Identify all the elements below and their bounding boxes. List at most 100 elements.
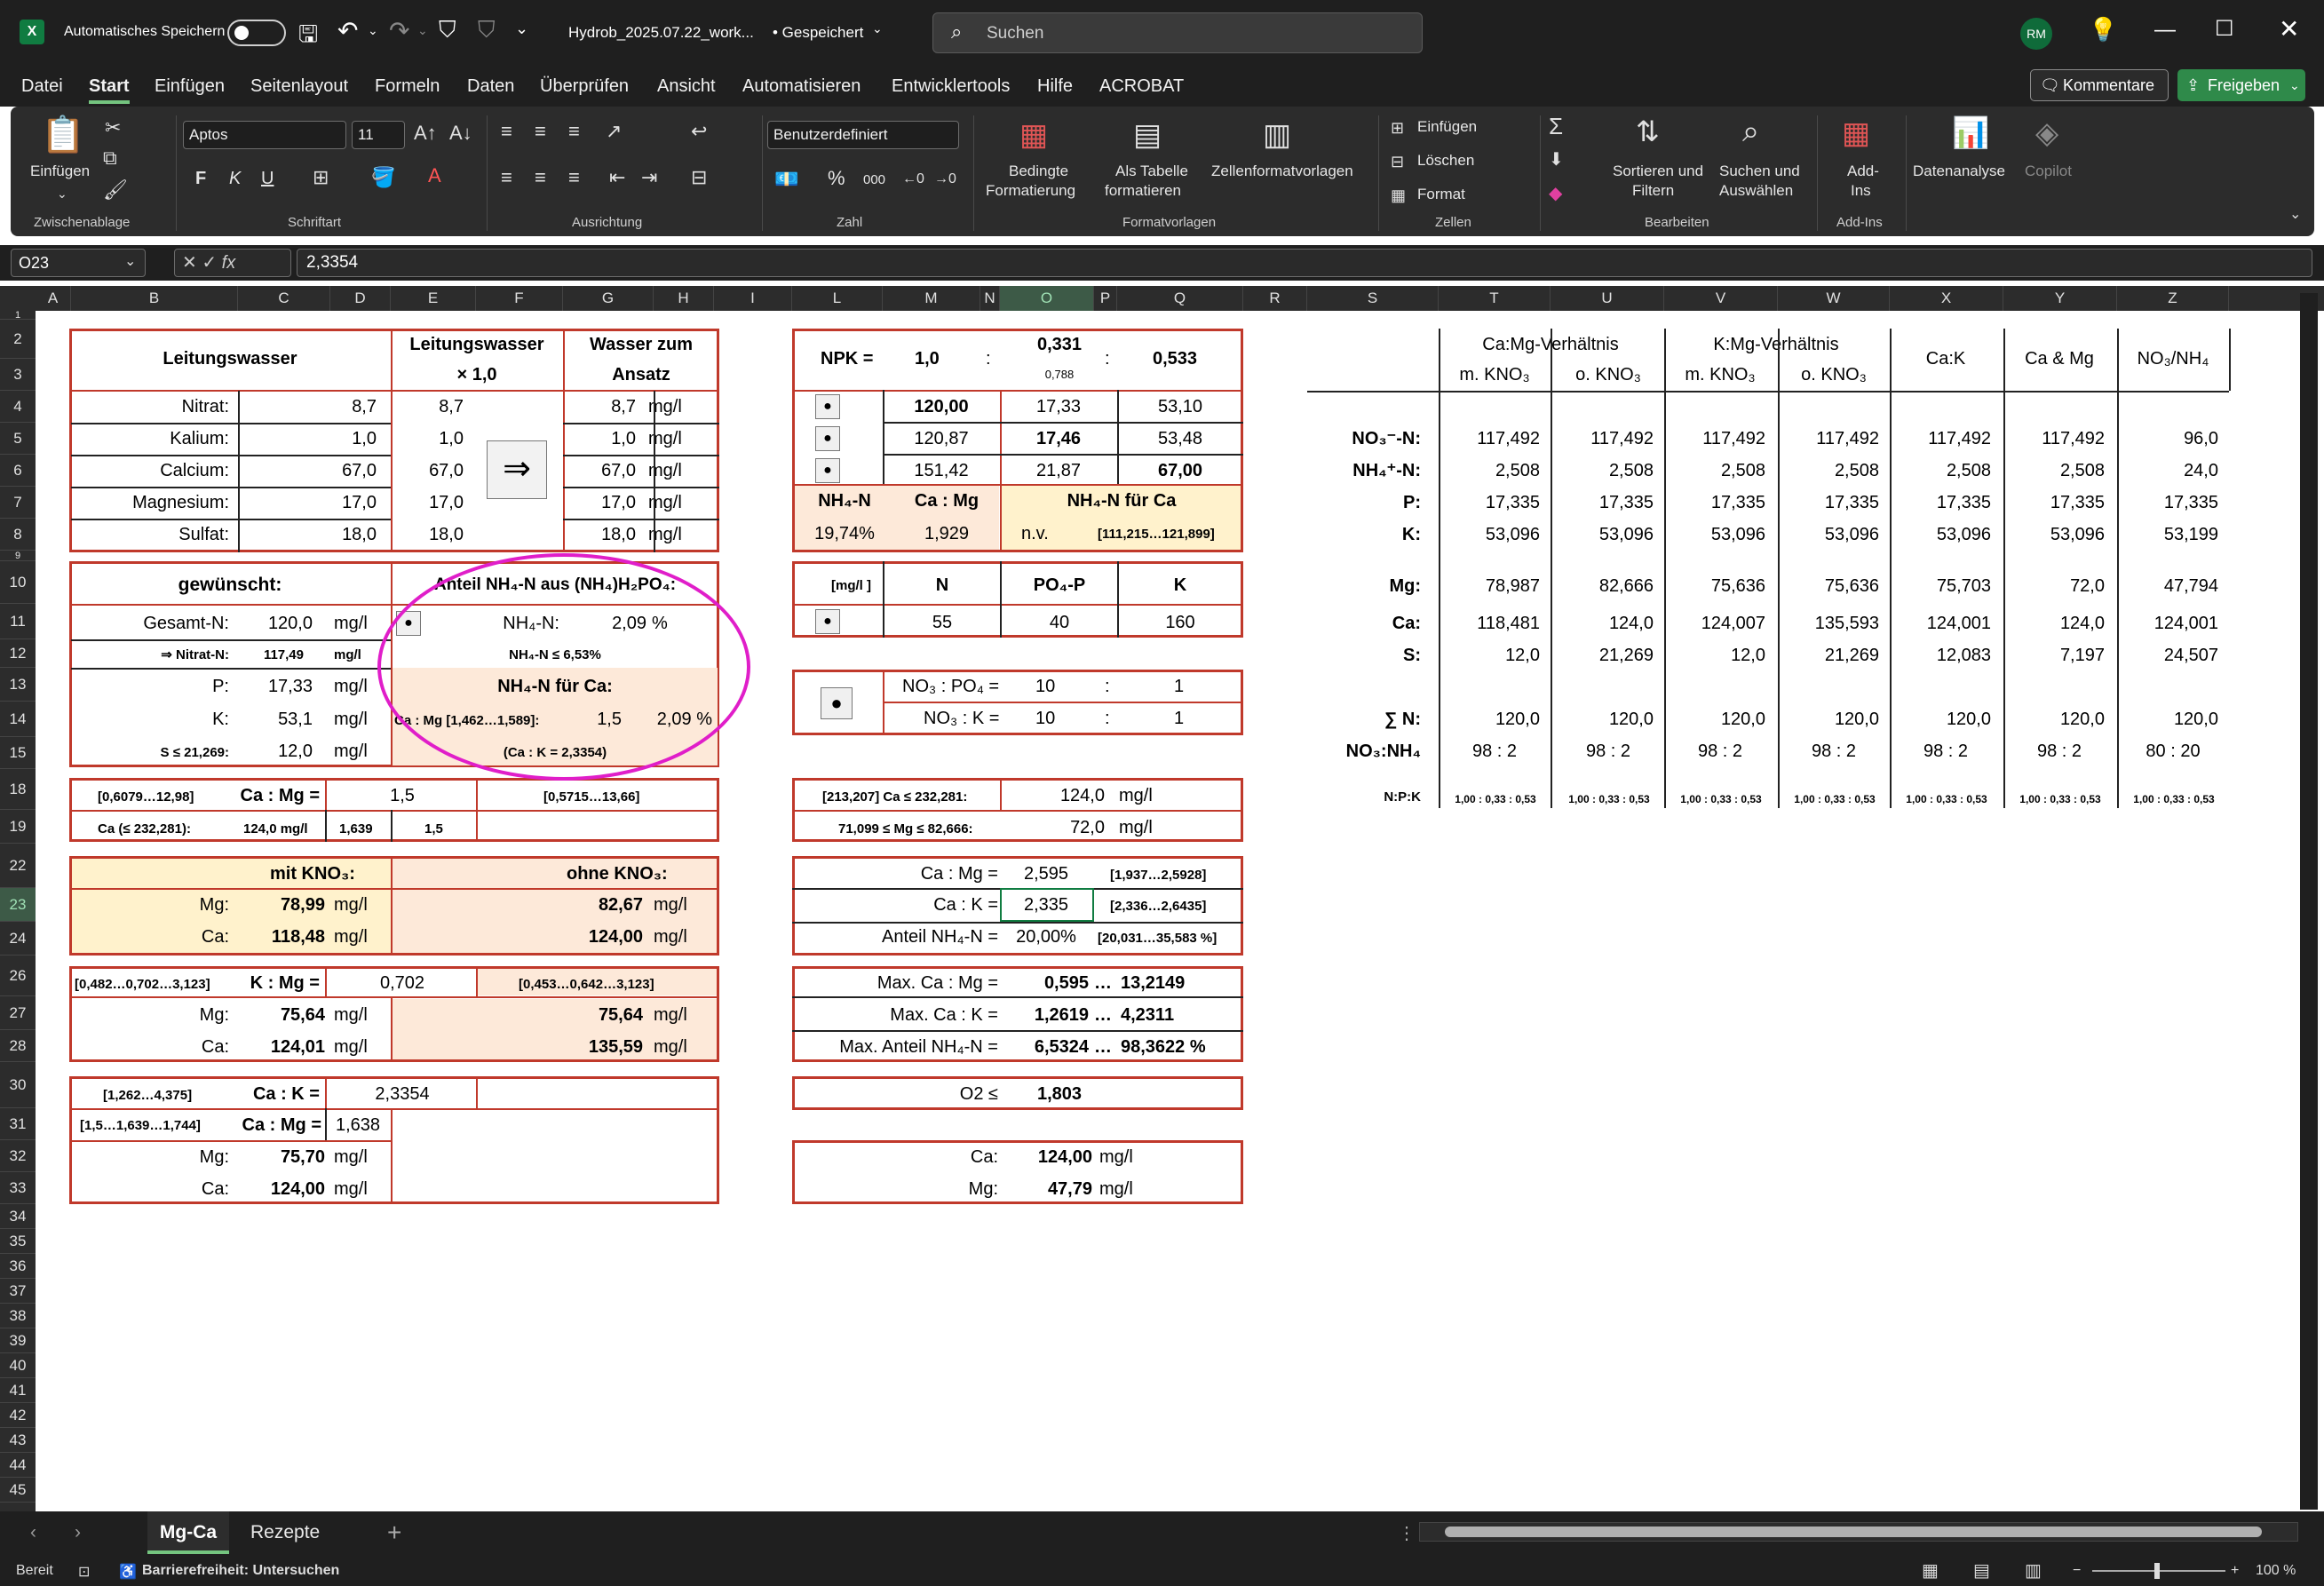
align-bottom-icon[interactable]: ≡ <box>568 121 580 142</box>
row-header[interactable]: 5 <box>0 423 36 455</box>
cell-styles-icon[interactable]: ▥ <box>1263 117 1291 153</box>
fx-icon[interactable]: fx <box>222 253 236 273</box>
insert-cells-icon[interactable]: ⊞ <box>1391 117 1404 139</box>
row-header[interactable]: 9 <box>0 551 36 561</box>
data-analysis-label[interactable]: Datenanalyse <box>1913 162 2005 181</box>
font-name-combo[interactable]: Aptos <box>183 121 346 149</box>
italic-button[interactable]: K <box>229 169 241 188</box>
sort-filter-icon[interactable]: ⇅ <box>1636 114 1660 149</box>
menu-ansicht[interactable]: Ansicht <box>657 76 716 97</box>
ca-k-value[interactable]: 2,3354 <box>329 1083 476 1105</box>
paste-label[interactable]: Einfügen <box>30 162 90 181</box>
row-header[interactable]: 30 <box>0 1062 36 1108</box>
row-header[interactable]: 36 <box>0 1254 36 1279</box>
ion-tap-value[interactable]: 1,0 <box>238 428 377 449</box>
addins-icon[interactable]: ▦ <box>1842 115 1870 151</box>
column-header[interactable]: S <box>1307 286 1439 311</box>
column-header[interactable]: P <box>1094 286 1117 311</box>
sort-filter-label2[interactable]: Filtern <box>1632 181 1674 201</box>
row-header[interactable]: 7 <box>0 487 36 519</box>
merge-icon[interactable]: ⊟ <box>691 167 707 188</box>
vertical-scrollbar[interactable] <box>2300 293 2318 1510</box>
column-header[interactable]: O <box>1000 286 1094 311</box>
addins-label1[interactable]: Add- <box>1847 162 1879 181</box>
horizontal-scroll-thumb[interactable] <box>1445 1527 2262 1537</box>
column-header[interactable]: T <box>1439 286 1551 311</box>
row-header[interactable]: 22 <box>0 844 36 888</box>
fill-icon[interactable]: ⬇ <box>1549 149 1564 170</box>
decrease-decimal-icon[interactable]: →0 <box>934 169 956 190</box>
n-target-value[interactable]: 55 <box>884 612 1000 633</box>
ca-limit-target[interactable]: 124,0 <box>1012 785 1105 806</box>
menu-ueberpruefen[interactable]: Überprüfen <box>540 76 629 97</box>
no3-k-value-b[interactable]: 1 <box>1174 708 1184 729</box>
column-header[interactable]: R <box>1243 286 1307 311</box>
row-header[interactable]: 1 <box>0 311 36 321</box>
p-value[interactable]: 17,33 <box>233 676 313 697</box>
clear-icon[interactable]: ◆ <box>1549 183 1562 204</box>
no3-po4-value-a[interactable]: 10 <box>1035 676 1055 697</box>
s-value[interactable]: 12,0 <box>233 741 313 762</box>
align-middle-icon[interactable]: ≡ <box>535 121 546 142</box>
menu-start[interactable]: Start <box>89 76 130 104</box>
save-icon[interactable]: 🖫 <box>298 18 318 57</box>
find-select-label1[interactable]: Suchen und <box>1719 162 1800 181</box>
ratio-option-button[interactable]: ● <box>821 687 853 719</box>
row-header[interactable]: 10 <box>0 561 36 604</box>
column-header[interactable]: Y <box>2003 286 2117 311</box>
delete-cells-label[interactable]: Löschen <box>1417 151 1474 170</box>
macro-record-icon[interactable]: ⊡ <box>78 1563 90 1581</box>
ion-tap-value[interactable]: 17,0 <box>238 492 377 513</box>
no3-k-value-a[interactable]: 10 <box>1035 708 1055 729</box>
copilot-label[interactable]: Copilot <box>2025 162 2072 181</box>
sheet-tab-rezepte[interactable]: Rezepte <box>250 1511 320 1554</box>
conditional-format-label1[interactable]: Bedingte <box>1009 162 1068 181</box>
row-header[interactable]: 27 <box>0 996 36 1030</box>
k-mg-value[interactable]: 0,702 <box>329 972 476 994</box>
autosave-toggle[interactable] <box>227 20 286 46</box>
row-header[interactable]: 28 <box>0 1030 36 1062</box>
row-header[interactable]: 26 <box>0 956 36 996</box>
page-layout-view-icon[interactable]: ▤ <box>1973 1559 1990 1582</box>
column-header[interactable]: V <box>1664 286 1778 311</box>
menu-entwicklertools[interactable]: Entwicklertools <box>892 76 1010 97</box>
column-header[interactable]: D <box>330 286 391 311</box>
insert-cells-label[interactable]: Einfügen <box>1417 117 1477 137</box>
name-box-chevron-icon[interactable]: ⌄ <box>124 252 136 270</box>
row-header[interactable]: 31 <box>0 1108 36 1140</box>
orientation-icon[interactable]: ↗ <box>606 121 622 142</box>
horizontal-scrollbar[interactable] <box>1419 1522 2298 1542</box>
align-left-icon[interactable]: ≡ <box>501 167 512 188</box>
format-cells-icon[interactable]: ▦ <box>1391 185 1406 206</box>
column-header[interactable]: E <box>391 286 476 311</box>
accounting-icon[interactable]: 💶 <box>774 169 798 190</box>
row-header[interactable]: 15 <box>0 737 36 769</box>
column-header[interactable]: I <box>714 286 792 311</box>
column-header[interactable]: Q <box>1117 286 1243 311</box>
conditional-format-label2[interactable]: Formatierung <box>986 181 1075 201</box>
decrease-font-icon[interactable]: A↓ <box>449 123 472 144</box>
page-break-view-icon[interactable]: ▥ <box>2025 1559 2042 1582</box>
conditional-format-icon[interactable]: ▦ <box>1019 117 1048 153</box>
k-target-value[interactable]: 160 <box>1119 612 1241 633</box>
menu-datei[interactable]: Datei <box>21 76 63 97</box>
normal-view-icon[interactable]: ▦ <box>1922 1559 1939 1582</box>
sort-filter-label1[interactable]: Sortieren und <box>1613 162 1703 181</box>
nutrient-option-button[interactable]: ● <box>815 609 840 634</box>
cell-styles-label[interactable]: Zellenformatvorlagen <box>1211 162 1353 181</box>
row-header[interactable]: 19 <box>0 810 36 844</box>
align-center-icon[interactable]: ≡ <box>535 167 546 188</box>
increase-indent-icon[interactable]: ⇥ <box>641 167 657 188</box>
format-table-icon[interactable]: ▤ <box>1133 117 1162 153</box>
wrap-text-icon[interactable]: ↩ <box>691 121 707 142</box>
sheet-tab-mg-ca[interactable]: Mg-Ca <box>147 1511 229 1554</box>
menu-automatisieren[interactable]: Automatisieren <box>742 76 861 97</box>
column-header[interactable]: A <box>36 286 71 311</box>
zoom-level[interactable]: 100 % <box>2256 1563 2296 1579</box>
font-color-icon[interactable]: A <box>428 165 441 186</box>
row-header[interactable]: 41 <box>0 1378 36 1403</box>
column-header[interactable]: X <box>1890 286 2003 311</box>
zoom-slider-thumb[interactable] <box>2154 1563 2160 1579</box>
formula-input[interactable]: 2,3354 <box>297 249 2312 277</box>
format-table-label1[interactable]: Als Tabelle <box>1115 162 1188 181</box>
